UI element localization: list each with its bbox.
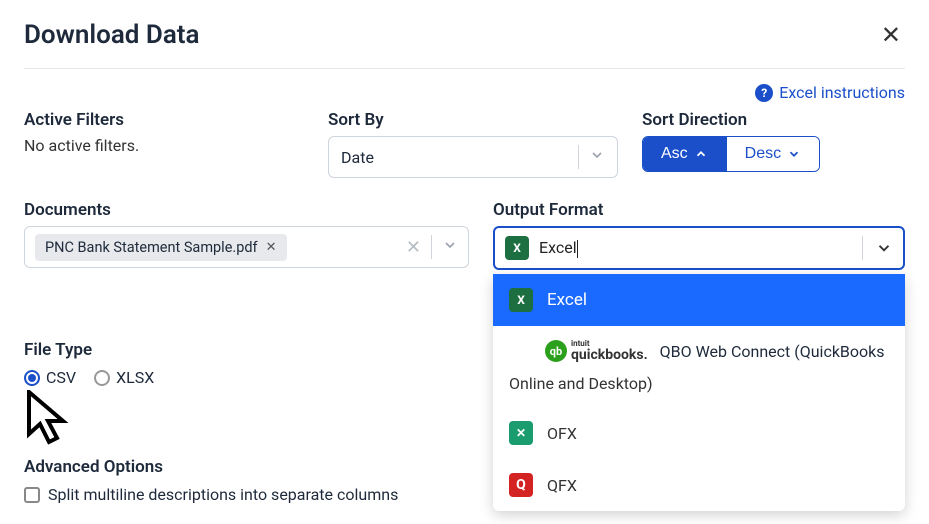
sort-by-group: Sort By Date xyxy=(328,110,618,178)
select-divider xyxy=(431,235,432,259)
option-label: QBO Web Connect (QuickBooks xyxy=(660,342,885,361)
sort-direction-group: Sort Direction Asc Desc xyxy=(642,110,905,172)
split-multiline-label: Split multiline descriptions into separa… xyxy=(48,485,398,504)
split-multiline-checkbox[interactable] xyxy=(24,487,40,503)
radio-label: CSV xyxy=(46,368,76,387)
active-filters-group: Active Filters No active filters. xyxy=(24,110,304,155)
chevron-down-icon[interactable] xyxy=(862,236,893,260)
documents-select[interactable]: PNC Bank Statement Sample.pdf ✕ ✕ xyxy=(24,226,469,268)
document-chip-label: PNC Bank Statement Sample.pdf xyxy=(45,239,258,256)
radio-xlsx[interactable]: XLSX xyxy=(94,368,154,387)
ofx-icon: ✕ xyxy=(509,421,533,445)
help-icon: ? xyxy=(755,84,773,102)
output-format-label: Output Format xyxy=(493,200,905,220)
documents-label: Documents xyxy=(24,200,469,220)
modal-title: Download Data xyxy=(24,20,200,50)
sort-by-value: Date xyxy=(341,148,374,167)
dropdown-option-excel[interactable]: X Excel xyxy=(493,274,905,326)
dropdown-option-qbo[interactable]: qb intuit quickbooks. QBO Web Connect (Q… xyxy=(493,326,905,407)
excel-icon: X xyxy=(505,236,529,260)
radio-icon xyxy=(94,370,110,386)
radio-label: XLSX xyxy=(116,368,154,387)
chevron-up-icon xyxy=(694,147,708,161)
documents-group: Documents PNC Bank Statement Sample.pdf … xyxy=(24,200,469,270)
modal-header: Download Data ✕ xyxy=(24,20,905,69)
dropdown-option-ofx[interactable]: ✕ OFX xyxy=(493,407,905,459)
select-divider xyxy=(578,145,579,169)
sort-asc-button[interactable]: Asc xyxy=(643,137,726,171)
output-format-dropdown: X Excel qb intuit quickbooks. xyxy=(493,274,905,511)
active-filters-label: Active Filters xyxy=(24,110,304,130)
option-label: OFX xyxy=(547,424,577,443)
output-format-select[interactable]: X Excel X Excel qb xyxy=(493,226,905,270)
sort-direction-toggle: Asc Desc xyxy=(642,136,820,172)
excel-instructions-link[interactable]: ? Excel instructions xyxy=(755,83,905,102)
sort-by-select[interactable]: Date xyxy=(328,136,618,178)
chevron-down-icon[interactable] xyxy=(442,237,458,257)
qfx-icon: Q xyxy=(509,473,533,497)
output-format-value: Excel xyxy=(539,238,862,258)
chevron-down-icon xyxy=(589,147,605,167)
close-button[interactable]: ✕ xyxy=(877,21,905,50)
excel-icon: X xyxy=(509,288,533,312)
quickbooks-logo: qb intuit quickbooks. xyxy=(545,340,648,362)
option-label: QFX xyxy=(547,476,577,495)
sort-desc-button[interactable]: Desc xyxy=(726,137,819,171)
option-label-continued: Online and Desktop) xyxy=(509,374,889,393)
clear-all-icon[interactable]: ✕ xyxy=(406,237,421,258)
sort-by-label: Sort By xyxy=(328,110,618,130)
quickbooks-icon: qb xyxy=(545,340,567,362)
chip-remove-icon[interactable]: ✕ xyxy=(266,240,277,255)
chevron-down-icon xyxy=(787,147,801,161)
document-chip: PNC Bank Statement Sample.pdf ✕ xyxy=(35,234,287,261)
active-filters-value: No active filters. xyxy=(24,136,304,155)
dropdown-option-qfx[interactable]: Q QFX xyxy=(493,459,905,511)
option-label: Excel xyxy=(547,290,587,310)
output-format-group: Output Format X Excel X Excel xyxy=(493,200,905,270)
radio-icon xyxy=(24,370,40,386)
sort-direction-label: Sort Direction xyxy=(642,110,905,130)
help-link-label: Excel instructions xyxy=(779,83,905,102)
radio-csv[interactable]: CSV xyxy=(24,368,76,387)
